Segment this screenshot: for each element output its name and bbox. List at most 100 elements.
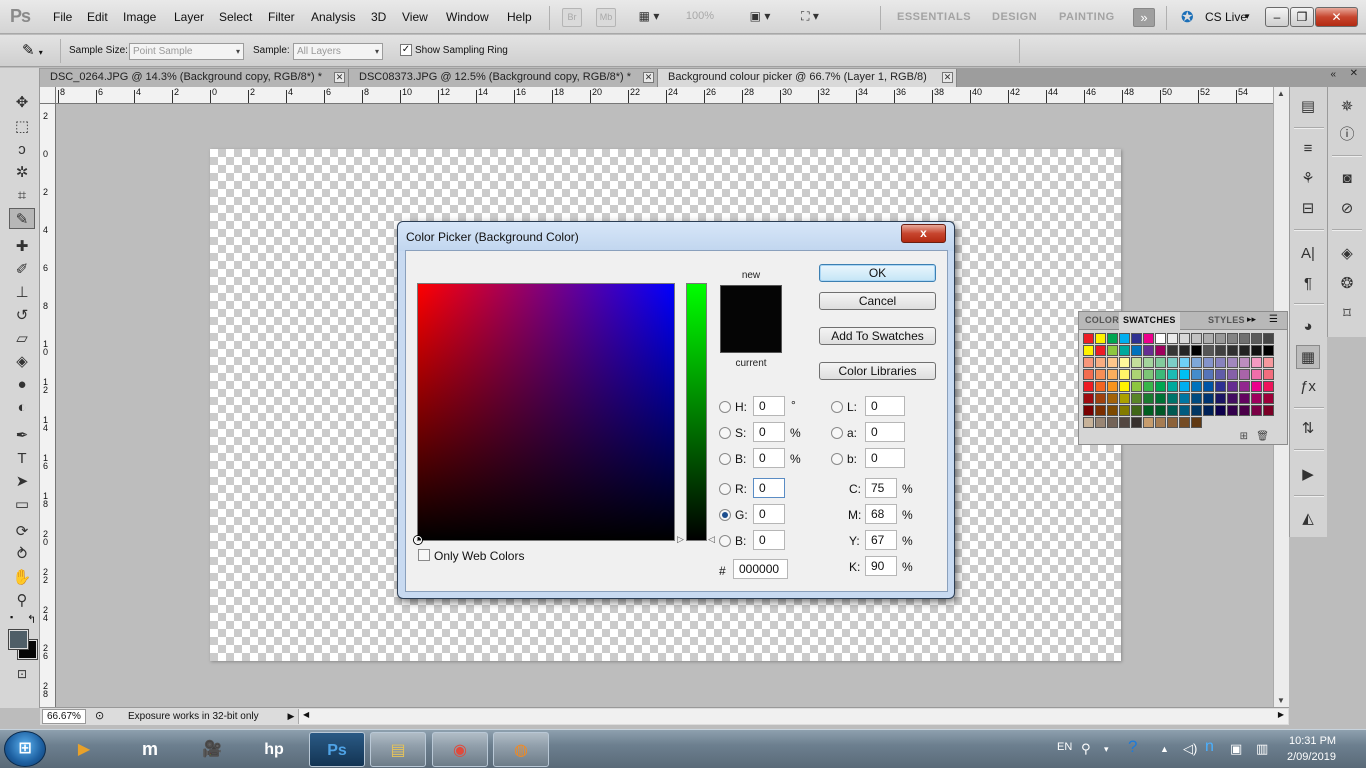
tool-presets-icon[interactable]: ⊟ bbox=[1296, 197, 1320, 221]
swatch[interactable] bbox=[1239, 345, 1250, 356]
minimize-button[interactable]: – bbox=[1265, 7, 1289, 27]
swatch[interactable] bbox=[1239, 333, 1250, 344]
close-window-button[interactable]: ✕ bbox=[1315, 7, 1358, 27]
saturation-radio[interactable] bbox=[719, 427, 731, 439]
quick-selection-tool-icon[interactable]: ✲ bbox=[9, 162, 35, 183]
mini-bridge-button[interactable]: Mb bbox=[596, 8, 616, 27]
swatch[interactable] bbox=[1179, 357, 1190, 368]
swatch[interactable] bbox=[1083, 405, 1094, 416]
black-input[interactable]: 90 bbox=[865, 556, 897, 576]
swatch[interactable] bbox=[1191, 333, 1202, 344]
swatch[interactable] bbox=[1131, 345, 1142, 356]
slider-left-handle-icon[interactable]: ▷ bbox=[677, 534, 684, 545]
swatch[interactable] bbox=[1167, 345, 1178, 356]
swatch[interactable] bbox=[1179, 333, 1190, 344]
swatch[interactable] bbox=[1155, 417, 1166, 428]
swatch[interactable] bbox=[1131, 417, 1142, 428]
swatch[interactable] bbox=[1167, 333, 1178, 344]
swatch[interactable] bbox=[1107, 405, 1118, 416]
move-tool-icon[interactable]: ✥ bbox=[9, 92, 35, 113]
swatch[interactable] bbox=[1131, 381, 1142, 392]
menu-layer[interactable]: Layer bbox=[174, 10, 204, 24]
swatch[interactable] bbox=[1107, 381, 1118, 392]
menu-3d[interactable]: 3D bbox=[371, 10, 386, 24]
color-libraries-button[interactable]: Color Libraries bbox=[819, 362, 936, 380]
swatch[interactable] bbox=[1155, 357, 1166, 368]
swatch[interactable] bbox=[1203, 393, 1214, 404]
clone-stamp-tool-icon[interactable]: ⊥ bbox=[9, 282, 35, 303]
swatch[interactable] bbox=[1215, 381, 1226, 392]
swatch[interactable] bbox=[1131, 393, 1142, 404]
type-tool-icon[interactable]: T bbox=[9, 448, 35, 469]
clock-time[interactable]: 10:31 PM bbox=[1289, 735, 1336, 747]
actions-icon[interactable]: ▶ bbox=[1296, 463, 1320, 487]
swatch[interactable] bbox=[1263, 381, 1274, 392]
swatch[interactable] bbox=[1095, 405, 1106, 416]
swatch[interactable] bbox=[1203, 333, 1214, 344]
swatch[interactable] bbox=[1191, 369, 1202, 380]
swatch[interactable] bbox=[1083, 369, 1094, 380]
navigator-icon[interactable]: ✵ bbox=[1335, 95, 1359, 119]
menu-window[interactable]: Window bbox=[446, 10, 489, 24]
hue-input[interactable]: 0 bbox=[753, 396, 785, 416]
photoshop-taskbar-icon[interactable]: Ps bbox=[309, 732, 365, 767]
color-panel-icon[interactable]: ◕ bbox=[1296, 315, 1320, 339]
ok-button[interactable]: OK bbox=[819, 264, 936, 282]
swatch[interactable] bbox=[1107, 333, 1118, 344]
swatch[interactable] bbox=[1263, 393, 1274, 404]
swatch[interactable] bbox=[1179, 393, 1190, 404]
swatch[interactable] bbox=[1251, 333, 1262, 344]
default-colors-icon[interactable]: ▪ bbox=[10, 612, 13, 622]
swatch[interactable] bbox=[1143, 393, 1154, 404]
swatch[interactable] bbox=[1215, 345, 1226, 356]
swatch[interactable] bbox=[1263, 333, 1274, 344]
screen-mode-icon[interactable]: ⛶ ▾ bbox=[792, 8, 828, 27]
red-input[interactable]: 0 bbox=[753, 478, 785, 498]
swatch[interactable] bbox=[1191, 393, 1202, 404]
swatch[interactable] bbox=[1215, 369, 1226, 380]
clone-source-icon[interactable]: ⚘ bbox=[1296, 167, 1320, 191]
firefox-icon[interactable]: ◍ bbox=[493, 732, 549, 767]
cs-live-button[interactable]: CS Live bbox=[1205, 10, 1247, 24]
swatch[interactable] bbox=[1251, 393, 1262, 404]
swatches-panel-icon[interactable]: ▦ bbox=[1296, 345, 1320, 369]
swatch[interactable] bbox=[1263, 357, 1274, 368]
swatch[interactable] bbox=[1119, 417, 1130, 428]
swatch[interactable] bbox=[1227, 381, 1238, 392]
swatch[interactable] bbox=[1191, 357, 1202, 368]
swatch[interactable] bbox=[1143, 357, 1154, 368]
restore-button[interactable]: ❐ bbox=[1290, 7, 1314, 27]
swatch[interactable] bbox=[1167, 405, 1178, 416]
brush-tool-icon[interactable]: ✐ bbox=[9, 259, 35, 280]
swatch[interactable] bbox=[1083, 345, 1094, 356]
slider-right-handle-icon[interactable]: ◁ bbox=[708, 534, 715, 545]
red-radio[interactable] bbox=[719, 483, 731, 495]
swatch[interactable] bbox=[1191, 405, 1202, 416]
swatch[interactable] bbox=[1095, 381, 1106, 392]
swatch[interactable] bbox=[1167, 393, 1178, 404]
3d-rotate-tool-icon[interactable]: ⟳ bbox=[9, 521, 35, 542]
add-to-swatches-button[interactable]: Add To Swatches bbox=[819, 327, 936, 345]
arrange-documents-icon[interactable]: ▣ ▾ bbox=[744, 8, 776, 27]
quick-mask-icon[interactable]: ⊡ bbox=[9, 664, 35, 685]
swatch[interactable] bbox=[1227, 357, 1238, 368]
menu-edit[interactable]: Edit bbox=[87, 10, 108, 24]
green-radio[interactable] bbox=[719, 509, 731, 521]
swatch[interactable] bbox=[1239, 357, 1250, 368]
foreground-color-swatch[interactable] bbox=[8, 629, 29, 650]
swatch[interactable] bbox=[1155, 405, 1166, 416]
swatch[interactable] bbox=[1203, 357, 1214, 368]
close-icon[interactable]: ✕ bbox=[643, 72, 654, 83]
menu-view[interactable]: View bbox=[402, 10, 428, 24]
hp-icon[interactable]: hp bbox=[246, 732, 302, 767]
color-slider[interactable] bbox=[686, 283, 707, 541]
swatch[interactable] bbox=[1251, 357, 1262, 368]
swatch[interactable] bbox=[1119, 369, 1130, 380]
blue-radio[interactable] bbox=[719, 535, 731, 547]
styles-panel-icon[interactable]: ƒx bbox=[1296, 375, 1320, 399]
brightness-input[interactable]: 0 bbox=[753, 448, 785, 468]
workspace-essentials[interactable]: ESSENTIALS bbox=[897, 11, 971, 23]
swatch[interactable] bbox=[1155, 381, 1166, 392]
swatch[interactable] bbox=[1167, 417, 1178, 428]
bridge-button[interactable]: Br bbox=[562, 8, 582, 27]
